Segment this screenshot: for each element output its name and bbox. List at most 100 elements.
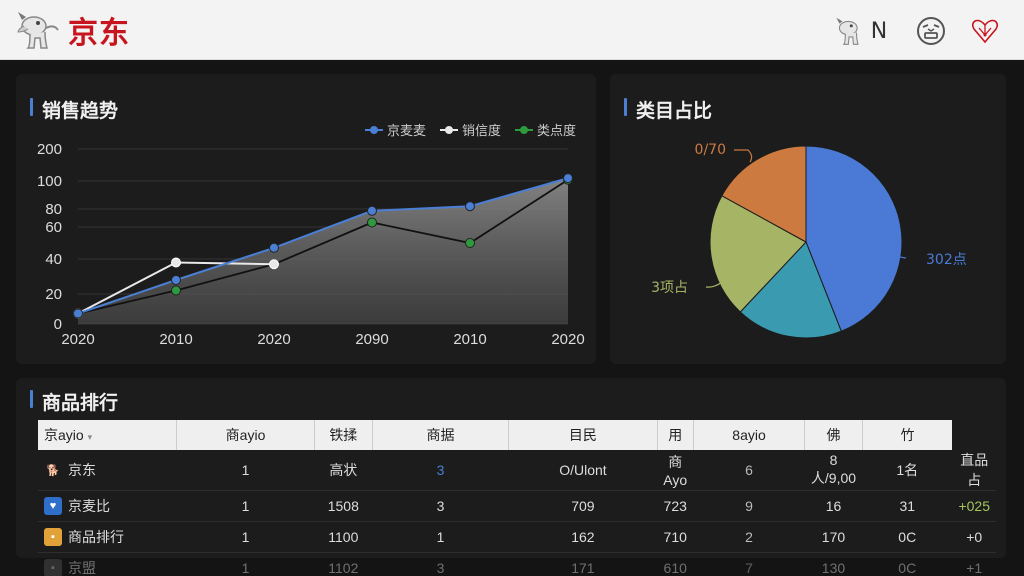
top-bar: 京东 N (0, 0, 1024, 60)
y-tick-label: 40 (45, 251, 62, 268)
column-header[interactable]: 商ayio (176, 420, 315, 450)
table-cell: +025 (958, 498, 990, 514)
table-cell: 1102 (328, 560, 359, 576)
table-row[interactable]: ▪ 京盟 1 1102 3 171 610 7 130 0C +1 (38, 553, 996, 576)
table-cell: 7 (745, 560, 753, 576)
table-cell: 16 (825, 498, 842, 514)
product-name: 商品排行 (68, 529, 124, 545)
category-share-panel: 类目占比 302点 0/70 3项占 (610, 74, 1006, 364)
y-tick-label: 20 (45, 286, 62, 303)
y-tick-label: 200 (37, 141, 62, 158)
table-cell: 1508 (327, 498, 359, 514)
table-cell: 商Ayo (663, 454, 688, 488)
column-header[interactable]: 用 (657, 420, 694, 450)
table-cell: +0 (966, 529, 983, 545)
product-ranking-panel: 商品排行 京ayio ▾ 商ayio 铁揉 商据 目民 用 8ayio 佛 竹 … (16, 378, 1006, 576)
table-cell: 610 (663, 560, 687, 576)
heart-network-icon (971, 19, 999, 44)
table-header-row: 京ayio ▾ 商ayio 铁揉 商据 目民 用 8ayio 佛 竹 (38, 420, 996, 450)
column-header[interactable]: 佛 (804, 420, 863, 450)
mascot-button[interactable]: N (826, 14, 896, 48)
table-cell: 130 (821, 560, 846, 576)
data-point (171, 275, 181, 285)
y-tick-label: 60 (45, 219, 62, 236)
x-tick-label: 2010 (159, 331, 192, 348)
x-tick-label: 2090 (355, 331, 388, 348)
table-cell: 0C (898, 529, 917, 545)
column-header[interactable]: 铁揉 (314, 420, 373, 450)
table-row[interactable]: ▪ 商品排行 1 1100 1 162 710 2 170 0C +0 (38, 522, 996, 553)
table-row[interactable]: ♥ 京麦比 1 1508 3 709 723 9 16 31 +025 (38, 491, 996, 522)
blue-heart-icon: ♥ (44, 497, 62, 515)
mascot-label: N (870, 18, 888, 44)
table-cell: 2 (745, 529, 753, 545)
table-cell: 162 (571, 529, 595, 545)
dog-mascot-icon (836, 17, 859, 45)
dog-mascot-icon: 🐕 (46, 464, 60, 477)
product-name: 京盟 (68, 560, 96, 576)
table-cell: 1 (241, 498, 250, 514)
table-cell: 1 (436, 529, 445, 545)
y-tick-label: 80 (45, 201, 62, 218)
data-point (367, 205, 377, 216)
table-cell: 709 (571, 498, 595, 514)
table-cell: 1 (241, 560, 250, 576)
product-name-cell: ▪ 京盟 (38, 553, 177, 576)
generic-icon: ▪ (44, 559, 62, 576)
table-cell: 6 (745, 462, 753, 478)
table-cell: 1 (241, 529, 250, 545)
table-cell: +1 (966, 560, 983, 576)
folder-icon: ▪ (44, 528, 62, 546)
pie-label: 3项占 (651, 280, 688, 296)
chevron-down-icon: ▾ (87, 432, 93, 442)
table-cell: 171 (571, 560, 595, 576)
x-tick-label: 2020 (551, 331, 584, 348)
x-tick-label: 2010 (453, 331, 486, 348)
product-name-cell: ♥ 京麦比 (38, 491, 177, 522)
table-cell: 31 (899, 498, 916, 514)
dog-mascot-icon (17, 12, 59, 49)
pie-leader-line (734, 149, 753, 163)
table-cell: 3 (436, 462, 445, 478)
product-name: 京东 (68, 462, 96, 478)
ranking-table: 京ayio ▾ 商ayio 铁揉 商据 目民 用 8ayio 佛 竹 🐕 京东 1 高… (38, 420, 996, 576)
column-header[interactable]: 竹 (862, 420, 952, 450)
column-header[interactable]: 目民 (508, 420, 658, 450)
table-cell: 8人/9,00 (810, 452, 857, 486)
x-tick-label: 2020 (61, 331, 94, 348)
product-name: 京麦比 (68, 498, 110, 514)
brand-name: 京东 (68, 16, 130, 51)
pie-label: 0/70 (695, 142, 726, 158)
table-cell: 3 (436, 560, 445, 576)
table-cell: 高状 (329, 462, 358, 478)
table-cell: 直品占 (960, 452, 989, 488)
jd-logo[interactable]: 京东 (16, 10, 130, 51)
y-tick-label: 100 (37, 173, 62, 190)
data-point (269, 242, 279, 253)
favorites-button[interactable] (966, 14, 1004, 48)
profile-button[interactable] (912, 14, 950, 48)
table-cell: 0C (898, 560, 917, 576)
pie-label: 302点 (926, 252, 967, 268)
robot-face-icon (917, 17, 945, 45)
table-cell: 1100 (328, 529, 359, 545)
column-header[interactable]: 京ayio ▾ (38, 420, 178, 450)
data-point (563, 173, 573, 184)
data-point (73, 308, 83, 319)
data-point (171, 285, 181, 296)
table-cell: 170 (821, 529, 846, 545)
table-cell: 723 (663, 498, 687, 514)
table-cell: 3 (436, 498, 445, 514)
data-point (367, 217, 377, 228)
sales-line-chart: 0204060801002002020 2010 2020 2090 2010 2020 (37, 141, 585, 348)
table-cell: 1名 (896, 462, 919, 478)
category-pie-chart: 302点 0/70 3项占 (651, 142, 967, 339)
table-cell: 710 (663, 529, 687, 545)
data-point (465, 238, 475, 248)
x-tick-label: 2020 (257, 331, 290, 348)
data-point (171, 257, 181, 268)
column-header[interactable]: 8ayio (693, 420, 806, 450)
column-header[interactable]: 商据 (372, 420, 510, 450)
table-row[interactable]: 🐕 京东 1 高状 3 O/Ulont 商Ayo 6 8人/9,00 1名 直品占 (38, 450, 996, 491)
table-cell: 9 (745, 498, 753, 514)
